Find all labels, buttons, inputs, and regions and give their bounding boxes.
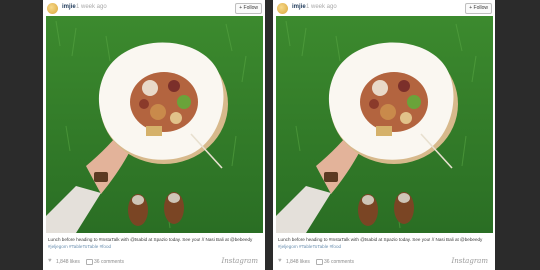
timestamp: 1 week ago — [76, 4, 107, 10]
comment-icon[interactable] — [86, 259, 93, 265]
post-caption: Lunch before heading to #InstaTalk with … — [278, 236, 492, 250]
likes-count[interactable]: 1,848 likes — [286, 259, 310, 265]
post-header: imjie 1 week ago + Follow — [43, 0, 265, 17]
brand-logo: Instagram — [221, 257, 259, 265]
username[interactable]: imjie — [62, 4, 76, 10]
instagram-post-left: imjie 1 week ago + Follow Lunch before h… — [43, 0, 265, 270]
post-photo[interactable] — [276, 16, 493, 233]
post-stats: ♥ 1,848 likes 36 comments Instagram — [48, 257, 260, 266]
instagram-post-right: imjie 1 week ago + Follow Lunch before h… — [273, 0, 495, 270]
brand-logo: Instagram — [451, 257, 489, 265]
timestamp: 1 week ago — [306, 4, 337, 10]
heart-icon[interactable]: ♥ — [278, 258, 282, 264]
avatar[interactable] — [47, 3, 58, 14]
hashtags[interactable]: #jeljegom #TableToTable #food — [278, 243, 492, 250]
post-header: imjie 1 week ago + Follow — [273, 0, 495, 17]
food-photo-image — [276, 16, 493, 233]
food-photo-image — [46, 16, 263, 233]
post-photo[interactable] — [46, 16, 263, 233]
post-stats: ♥ 1,848 likes 36 comments Instagram — [278, 257, 490, 266]
caption-text: Lunch before heading to #InstaTalk with … — [48, 237, 253, 242]
caption-text: Lunch before heading to #InstaTalk with … — [278, 237, 483, 242]
follow-button[interactable]: + Follow — [235, 3, 262, 14]
heart-icon[interactable]: ♥ — [48, 258, 52, 264]
follow-button[interactable]: + Follow — [465, 3, 492, 14]
username[interactable]: imjie — [292, 4, 306, 10]
comment-icon[interactable] — [316, 259, 323, 265]
likes-count[interactable]: 1,848 likes — [56, 259, 80, 265]
avatar[interactable] — [277, 3, 288, 14]
hashtags[interactable]: #jeljegom #TableToTable #food — [48, 243, 262, 250]
comments-count[interactable]: 36 comments — [94, 259, 124, 265]
comments-count[interactable]: 36 comments — [324, 259, 354, 265]
post-caption: Lunch before heading to #InstaTalk with … — [48, 236, 262, 250]
